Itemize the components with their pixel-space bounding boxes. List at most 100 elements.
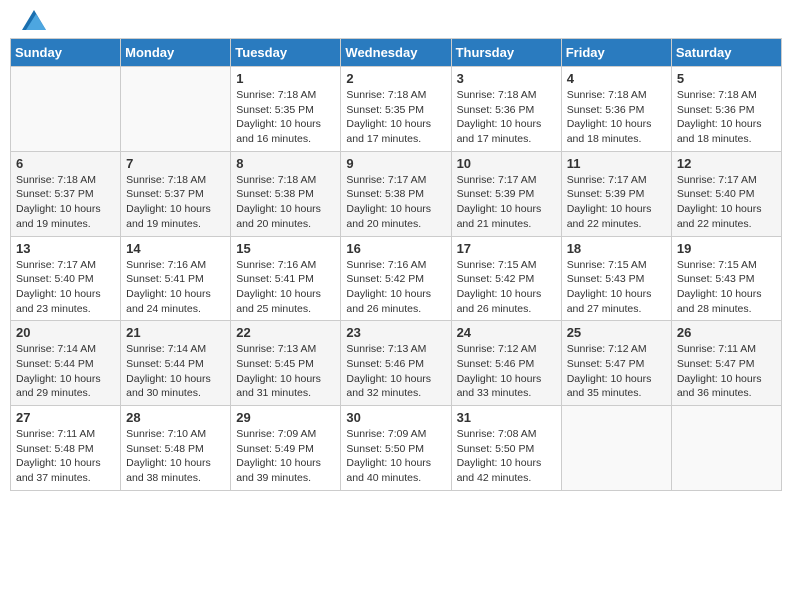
day-info: Sunrise: 7:17 AMSunset: 5:38 PMDaylight:… [346,173,445,232]
column-header-tuesday: Tuesday [231,39,341,67]
week-row-2: 6 Sunrise: 7:18 AMSunset: 5:37 PMDaylight… [11,151,782,236]
day-info: Sunrise: 7:16 AMSunset: 5:41 PMDaylight:… [236,258,335,317]
day-info: Sunrise: 7:15 AMSunset: 5:43 PMDaylight:… [677,258,776,317]
day-info: Sunrise: 7:16 AMSunset: 5:42 PMDaylight:… [346,258,445,317]
day-number: 31 [457,410,556,425]
day-number: 2 [346,71,445,86]
calendar-cell: 3 Sunrise: 7:18 AMSunset: 5:36 PMDaylight… [451,67,561,152]
day-info: Sunrise: 7:10 AMSunset: 5:48 PMDaylight:… [126,427,225,486]
day-number: 28 [126,410,225,425]
day-info: Sunrise: 7:14 AMSunset: 5:44 PMDaylight:… [16,342,115,401]
column-header-thursday: Thursday [451,39,561,67]
calendar-cell: 27 Sunrise: 7:11 AMSunset: 5:48 PMDayligh… [11,406,121,491]
calendar-cell: 31Sunrise: 7:08 AMSunset: 5:50 PMDayligh… [451,406,561,491]
day-info: Sunrise: 7:09 AMSunset: 5:50 PMDaylight:… [346,427,445,486]
day-number: 18 [567,241,666,256]
calendar-cell: 24Sunrise: 7:12 AMSunset: 5:46 PMDayligh… [451,321,561,406]
day-info: Sunrise: 7:11 AMSunset: 5:47 PMDaylight:… [677,342,776,401]
day-info: Sunrise: 7:17 AMSunset: 5:40 PMDaylight:… [16,258,115,317]
calendar-cell: 20 Sunrise: 7:14 AMSunset: 5:44 PMDayligh… [11,321,121,406]
day-number: 12 [677,156,776,171]
calendar-cell: 11Sunrise: 7:17 AMSunset: 5:39 PMDayligh… [561,151,671,236]
day-number: 21 [126,325,225,340]
calendar-cell: 9 Sunrise: 7:17 AMSunset: 5:38 PMDaylight… [341,151,451,236]
calendar-cell [121,67,231,152]
day-info: Sunrise: 7:13 AMSunset: 5:45 PMDaylight:… [236,342,335,401]
calendar-cell: 1 Sunrise: 7:18 AMSunset: 5:35 PMDaylight… [231,67,341,152]
calendar-cell: 22 Sunrise: 7:13 AMSunset: 5:45 PMDayligh… [231,321,341,406]
calendar-cell: 23 Sunrise: 7:13 AMSunset: 5:46 PMDayligh… [341,321,451,406]
day-info: Sunrise: 7:17 AMSunset: 5:39 PMDaylight:… [457,173,556,232]
day-number: 8 [236,156,335,171]
day-number: 27 [16,410,115,425]
day-info: Sunrise: 7:12 AMSunset: 5:47 PMDaylight:… [567,342,666,401]
day-info: Sunrise: 7:18 AMSunset: 5:36 PMDaylight:… [677,88,776,147]
day-info: Sunrise: 7:13 AMSunset: 5:46 PMDaylight:… [346,342,445,401]
day-info: Sunrise: 7:18 AMSunset: 5:38 PMDaylight:… [236,173,335,232]
calendar-cell: 19Sunrise: 7:15 AMSunset: 5:43 PMDayligh… [671,236,781,321]
day-info: Sunrise: 7:17 AMSunset: 5:39 PMDaylight:… [567,173,666,232]
day-number: 13 [16,241,115,256]
day-number: 20 [16,325,115,340]
day-number: 10 [457,156,556,171]
calendar-cell: 14 Sunrise: 7:16 AMSunset: 5:41 PMDayligh… [121,236,231,321]
day-info: Sunrise: 7:18 AMSunset: 5:35 PMDaylight:… [346,88,445,147]
day-info: Sunrise: 7:15 AMSunset: 5:43 PMDaylight:… [567,258,666,317]
calendar-cell: 8 Sunrise: 7:18 AMSunset: 5:38 PMDaylight… [231,151,341,236]
day-info: Sunrise: 7:18 AMSunset: 5:37 PMDaylight:… [126,173,225,232]
column-header-friday: Friday [561,39,671,67]
calendar-cell: 2 Sunrise: 7:18 AMSunset: 5:35 PMDaylight… [341,67,451,152]
day-number: 30 [346,410,445,425]
calendar-cell: 18 Sunrise: 7:15 AMSunset: 5:43 PMDayligh… [561,236,671,321]
day-number: 26 [677,325,776,340]
calendar-cell [11,67,121,152]
calendar-cell [561,406,671,491]
week-row-4: 20 Sunrise: 7:14 AMSunset: 5:44 PMDayligh… [11,321,782,406]
day-number: 14 [126,241,225,256]
day-number: 4 [567,71,666,86]
calendar-cell: 21Sunrise: 7:14 AMSunset: 5:44 PMDayligh… [121,321,231,406]
calendar-cell: 30 Sunrise: 7:09 AMSunset: 5:50 PMDayligh… [341,406,451,491]
calendar-cell: 25 Sunrise: 7:12 AMSunset: 5:47 PMDayligh… [561,321,671,406]
day-info: Sunrise: 7:18 AMSunset: 5:36 PMDaylight:… [567,88,666,147]
day-number: 6 [16,156,115,171]
day-number: 29 [236,410,335,425]
calendar-cell: 12Sunrise: 7:17 AMSunset: 5:40 PMDayligh… [671,151,781,236]
day-number: 9 [346,156,445,171]
day-number: 1 [236,71,335,86]
day-info: Sunrise: 7:18 AMSunset: 5:37 PMDaylight:… [16,173,115,232]
day-number: 7 [126,156,225,171]
day-number: 23 [346,325,445,340]
column-header-saturday: Saturday [671,39,781,67]
day-number: 16 [346,241,445,256]
calendar-cell [671,406,781,491]
logo-icon [22,10,46,30]
day-info: Sunrise: 7:16 AMSunset: 5:41 PMDaylight:… [126,258,225,317]
calendar-cell: 10 Sunrise: 7:17 AMSunset: 5:39 PMDayligh… [451,151,561,236]
week-row-3: 13 Sunrise: 7:17 AMSunset: 5:40 PMDayligh… [11,236,782,321]
day-info: Sunrise: 7:18 AMSunset: 5:35 PMDaylight:… [236,88,335,147]
calendar-table: SundayMondayTuesdayWednesdayThursdayFrid… [10,38,782,491]
day-number: 22 [236,325,335,340]
calendar-cell: 17Sunrise: 7:15 AMSunset: 5:42 PMDayligh… [451,236,561,321]
logo [20,18,46,30]
day-number: 3 [457,71,556,86]
day-info: Sunrise: 7:18 AMSunset: 5:36 PMDaylight:… [457,88,556,147]
header-row: SundayMondayTuesdayWednesdayThursdayFrid… [11,39,782,67]
week-row-5: 27 Sunrise: 7:11 AMSunset: 5:48 PMDayligh… [11,406,782,491]
calendar-cell: 28 Sunrise: 7:10 AMSunset: 5:48 PMDayligh… [121,406,231,491]
calendar-cell: 7 Sunrise: 7:18 AMSunset: 5:37 PMDaylight… [121,151,231,236]
calendar-cell: 6 Sunrise: 7:18 AMSunset: 5:37 PMDaylight… [11,151,121,236]
calendar-cell: 13 Sunrise: 7:17 AMSunset: 5:40 PMDayligh… [11,236,121,321]
calendar-cell: 5Sunrise: 7:18 AMSunset: 5:36 PMDaylight… [671,67,781,152]
calendar-cell: 29Sunrise: 7:09 AMSunset: 5:49 PMDayligh… [231,406,341,491]
column-header-sunday: Sunday [11,39,121,67]
day-info: Sunrise: 7:15 AMSunset: 5:42 PMDaylight:… [457,258,556,317]
calendar-cell: 16 Sunrise: 7:16 AMSunset: 5:42 PMDayligh… [341,236,451,321]
header [10,10,782,34]
day-number: 25 [567,325,666,340]
day-info: Sunrise: 7:11 AMSunset: 5:48 PMDaylight:… [16,427,115,486]
day-number: 15 [236,241,335,256]
calendar-cell: 4 Sunrise: 7:18 AMSunset: 5:36 PMDaylight… [561,67,671,152]
calendar-cell: 15 Sunrise: 7:16 AMSunset: 5:41 PMDayligh… [231,236,341,321]
